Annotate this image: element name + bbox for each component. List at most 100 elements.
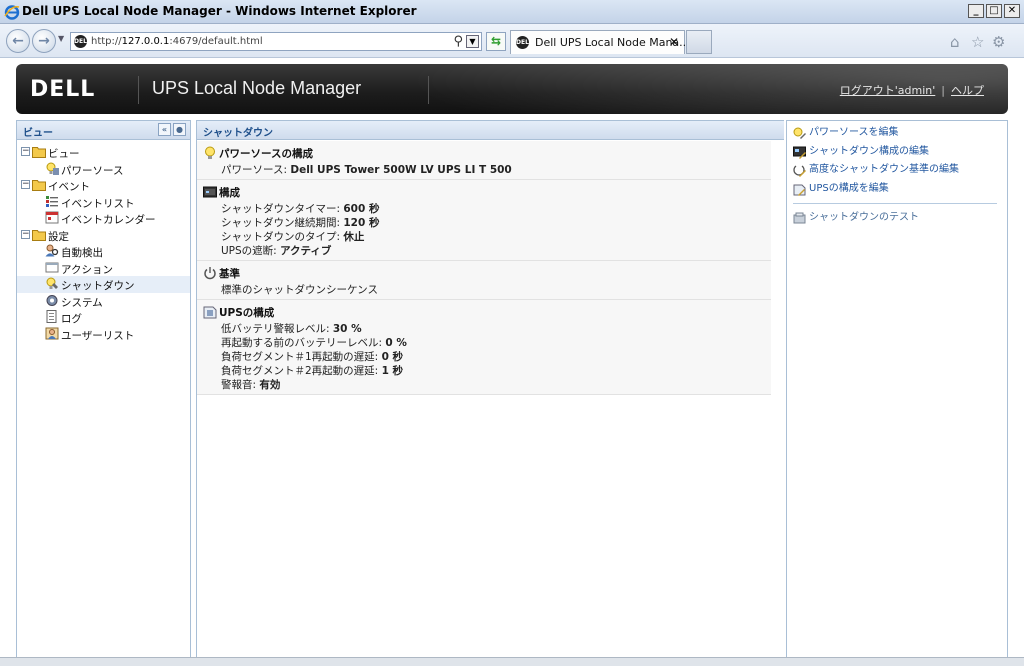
window-titlebar: Dell UPS Local Node Manager - Windows In… <box>0 0 1024 24</box>
actions-panel: パワーソースを編集シャットダウン構成の編集 高度なシャットダウン基準の編集 UPSの… <box>786 120 1008 660</box>
setting-line: 警報音: 有効 <box>219 377 771 391</box>
auto-detect-icon <box>45 244 59 257</box>
home-icon[interactable]: ⌂ <box>950 33 960 51</box>
folder-icon <box>32 178 46 191</box>
tree-item-7[interactable]: アクション <box>17 260 190 277</box>
setting-label: 警報音: <box>221 379 260 391</box>
address-bar[interactable]: DELL http://127.0.0.1:4679/default.html … <box>70 32 482 51</box>
back-arrow-icon: ← <box>12 33 24 49</box>
history-dropdown-icon[interactable]: ▼ <box>58 34 64 43</box>
panel-options-icon[interactable]: ● <box>173 123 186 136</box>
setting-label: 負荷セグメント＃1再起動の遅延: <box>221 351 382 363</box>
setting-value: 0 秒 <box>381 351 404 363</box>
system-icon <box>45 294 59 307</box>
browser-toolbar: ← → ▼ DELL http://127.0.0.1:4679/default… <box>0 24 1024 58</box>
action-icon <box>45 261 59 274</box>
gear-icon[interactable]: ⚙ <box>992 33 1005 51</box>
setting-label: 低バッテリ警報レベル: <box>221 323 333 335</box>
advanced-icon <box>793 164 806 177</box>
tree-item-0[interactable]: − ビュー <box>17 144 190 161</box>
setting-value: 1 秒 <box>381 365 404 377</box>
action-link-label: 高度なシャットダウン基準の編集 <box>809 164 959 175</box>
section-title: パワーソースの構成 <box>219 148 313 160</box>
setting-value: アクティブ <box>280 245 332 257</box>
log-icon <box>45 310 59 323</box>
test-shutdown-link[interactable]: シャットダウンのテスト <box>793 212 1007 231</box>
tree-item-10[interactable]: ログ <box>17 309 190 326</box>
status-bar <box>0 657 1024 666</box>
setting-value: 30 % <box>332 323 362 335</box>
favorites-star-icon[interactable]: ☆ <box>971 33 984 51</box>
action-link-3[interactable]: UPSの構成を編集 <box>793 183 1007 202</box>
tree-expander-icon[interactable]: − <box>21 180 30 189</box>
tree-item-8[interactable]: シャットダウン <box>17 276 190 293</box>
action-link-0[interactable]: パワーソースを編集 <box>793 127 1007 146</box>
header-divider <box>138 76 139 104</box>
dell-logo: DELL <box>30 77 96 102</box>
search-icon[interactable]: ⚲ <box>453 34 463 49</box>
tree-item-label: ログ <box>61 313 82 325</box>
close-window-button[interactable]: ✕ <box>1004 4 1020 18</box>
tree-item-label: 自動検出 <box>61 247 103 259</box>
collapse-panel-icon[interactable]: « <box>158 123 171 136</box>
back-button[interactable]: ← <box>6 29 30 53</box>
setting-line: パワーソース: Dell UPS Tower 500W LV UPS LI T … <box>219 162 771 176</box>
tree-item-6[interactable]: 自動検出 <box>17 243 190 260</box>
section-title: 基準 <box>219 268 240 280</box>
action-link-1[interactable]: シャットダウン構成の編集 <box>793 146 1007 165</box>
tree-item-2[interactable]: − イベント <box>17 177 190 194</box>
actions-list: パワーソースを編集シャットダウン構成の編集 高度なシャットダウン基準の編集 UPSの… <box>787 121 1007 231</box>
tree-item-5[interactable]: − 設定 <box>17 227 190 244</box>
compat-refresh-button[interactable]: ⇆ <box>486 32 506 51</box>
tree-item-label: シャットダウン <box>61 280 135 292</box>
tree-item-1[interactable]: パワーソース <box>17 161 190 178</box>
app-frame: DELL UPS Local Node Manager ログアウト'admin'… <box>0 58 1024 666</box>
address-url[interactable]: http://127.0.0.1:4679/default.html <box>91 36 263 47</box>
help-link[interactable]: ヘルプ <box>951 84 984 97</box>
browser-tab[interactable]: DELL Dell UPS Local Node Mana... ✕ <box>510 30 690 54</box>
action-link-2[interactable]: 高度なシャットダウン基準の編集 <box>793 164 1007 183</box>
tree-expander-icon[interactable]: − <box>21 147 30 156</box>
tree-item-label: パワーソース <box>61 164 124 177</box>
forward-button[interactable]: → <box>32 29 56 53</box>
edit-shutdown-icon <box>793 146 806 159</box>
tree-item-label: ビュー <box>48 148 80 160</box>
tree-item-4[interactable]: イベントカレンダー <box>17 210 190 227</box>
minimize-button[interactable]: _ <box>968 4 984 18</box>
lightbulb-icon <box>203 146 217 160</box>
setting-line: シャットダウンのタイプ: 休止 <box>219 229 771 243</box>
section-title: UPSの構成 <box>219 307 275 319</box>
event-calendar-icon <box>45 211 59 224</box>
content-panel: シャットダウン パワーソースの構成 パワーソース: Dell UPS Tower … <box>196 120 784 660</box>
new-tab-button[interactable] <box>686 30 712 54</box>
setting-line: UPSの遮断: アクティブ <box>219 243 771 257</box>
tree-item-3[interactable]: イベントリスト <box>17 194 190 211</box>
maximize-button[interactable]: □ <box>986 4 1002 18</box>
tab-close-icon[interactable]: ✕ <box>669 35 679 49</box>
power-icon <box>203 266 217 280</box>
app-header: DELL UPS Local Node Manager ログアウト'admin'… <box>16 64 1008 114</box>
header-links: ログアウト'admin' | ヘルプ <box>840 82 984 98</box>
shutdown-icon <box>45 277 59 290</box>
setting-line: 負荷セグメント＃2再起動の遅延: 1 秒 <box>219 363 771 377</box>
tree-item-9[interactable]: システム <box>17 293 190 310</box>
navigation-tree: − ビューパワーソース − イベントイベントリスト イベントカレンダー − 設定自動検出 アク… <box>17 140 190 342</box>
tab-label: Dell UPS Local Node Mana... <box>535 36 690 49</box>
header-divider-2 <box>428 76 429 104</box>
dell-favicon-icon: DELL <box>74 35 91 48</box>
action-link-label: パワーソースを編集 <box>809 127 899 138</box>
edit-ups-icon <box>793 183 806 196</box>
tree-item-11[interactable]: ユーザーリスト <box>17 326 190 343</box>
setting-label: 再起動する前のバッテリーレベル: <box>221 337 386 349</box>
action-link-label: UPSの構成を編集 <box>809 182 889 194</box>
setting-label: 標準のシャットダウンシーケンス <box>221 284 378 296</box>
navigation-panel-header: ビュー « ● <box>17 121 190 140</box>
tree-item-label: イベントリスト <box>61 197 135 210</box>
logout-link[interactable]: ログアウト'admin' <box>840 84 936 97</box>
tree-expander-icon[interactable]: − <box>21 229 30 239</box>
section-1: 構成 シャットダウンタイマー: 600 秒シャットダウン継続期間: 120 秒シャ… <box>197 180 771 261</box>
refresh-icon: ⇆ <box>490 34 502 48</box>
setting-line: シャットダウンタイマー: 600 秒 <box>219 201 771 215</box>
actions-divider <box>793 203 997 204</box>
address-dropdown-icon[interactable]: ▼ <box>466 35 479 48</box>
